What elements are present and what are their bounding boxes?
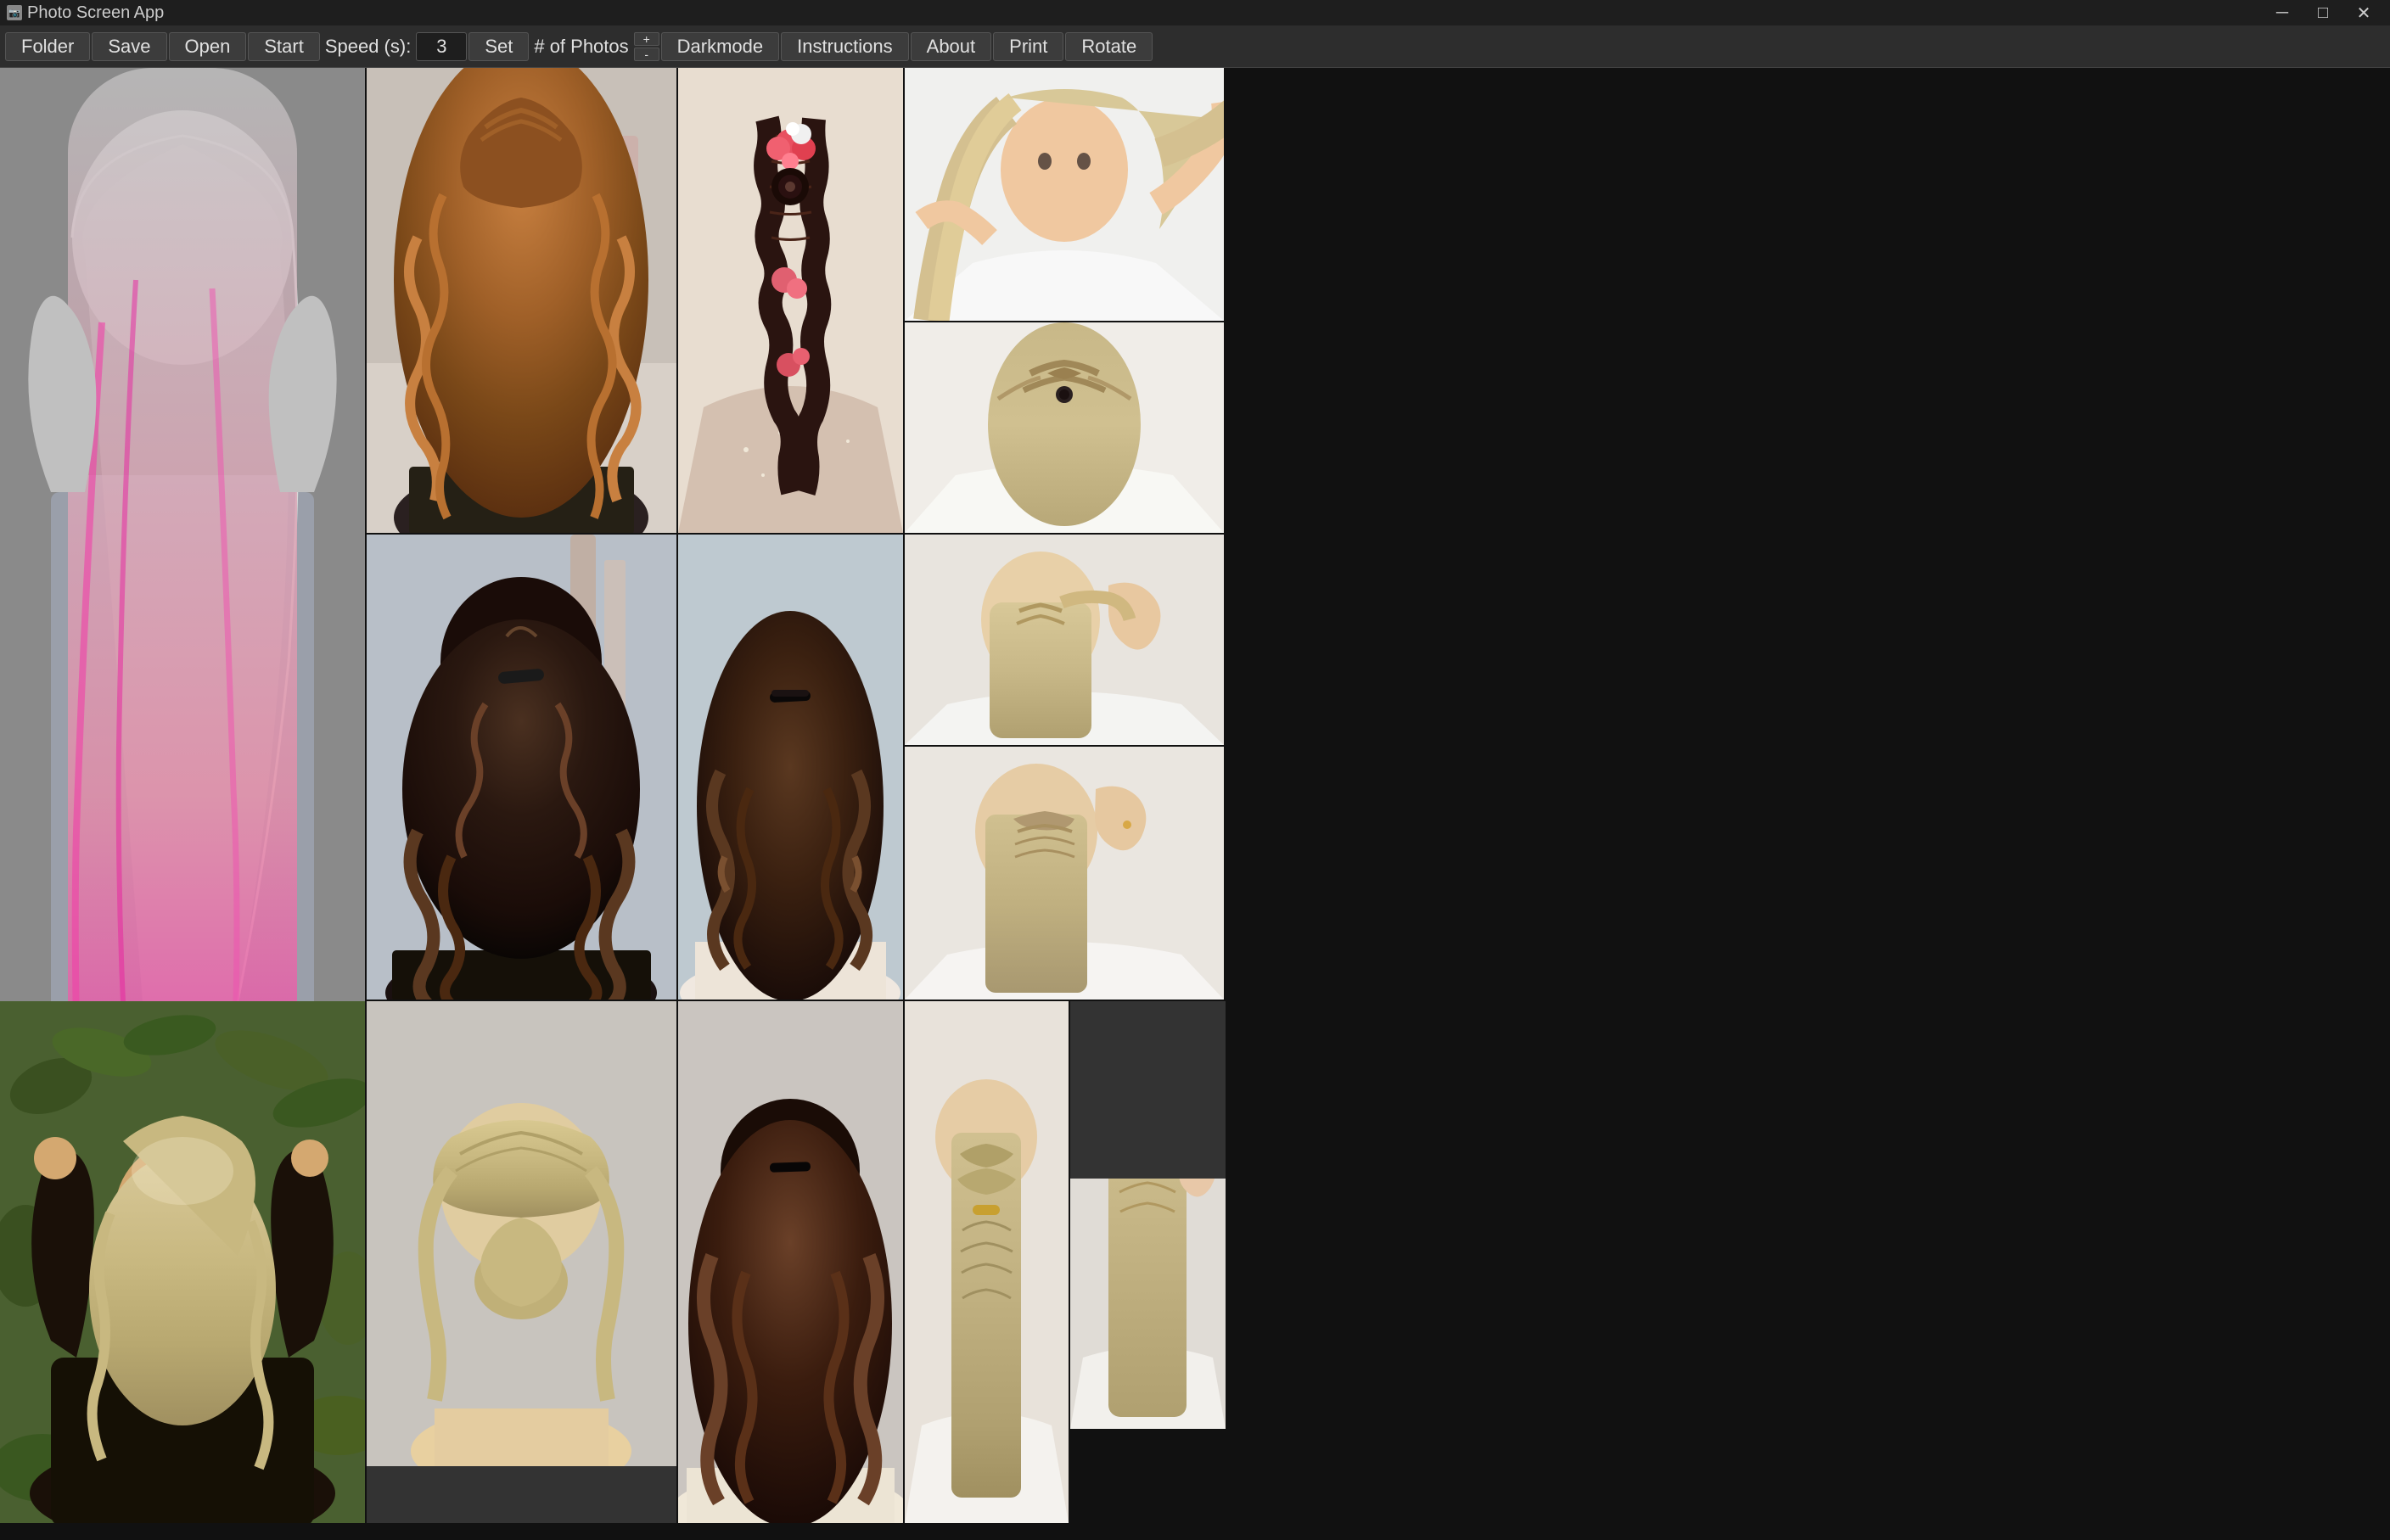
- photo-5-mid-image: [905, 322, 1224, 533]
- photo-9[interactable]: [678, 535, 903, 1000]
- photo-7[interactable]: [0, 1001, 365, 1523]
- minimize-button[interactable]: ─: [2263, 0, 2302, 25]
- photo-9-lower[interactable]: [678, 1001, 903, 1523]
- photo-2-bottom-image: [367, 535, 676, 1000]
- maximize-button[interactable]: □: [2303, 0, 2342, 25]
- photo-10-image: [905, 535, 1224, 745]
- speed-input[interactable]: [416, 32, 467, 61]
- start-button[interactable]: Start: [248, 32, 319, 61]
- speed-label: Speed (s):: [322, 36, 415, 58]
- photos-minus-button[interactable]: -: [634, 48, 659, 61]
- save-button[interactable]: Save: [92, 32, 166, 61]
- photo-extra[interactable]: [1070, 1001, 1226, 1179]
- print-button[interactable]: Print: [993, 32, 1063, 61]
- app-icon: 📷: [7, 5, 22, 20]
- set-button[interactable]: Set: [468, 32, 529, 61]
- photo-2-image: [367, 68, 676, 533]
- photo-10[interactable]: [905, 535, 1224, 745]
- photo-11[interactable]: [905, 747, 1224, 1000]
- photos-plus-button[interactable]: +: [634, 32, 659, 46]
- photo-4-top-image: [905, 68, 1224, 321]
- photo-2-bottom[interactable]: [367, 535, 676, 1000]
- num-photos-label: # of Photos: [530, 36, 631, 58]
- photo-9-image: [678, 535, 903, 1000]
- photo-12-left-image: [905, 1001, 1069, 1523]
- darkmode-button[interactable]: Darkmode: [661, 32, 779, 61]
- photo-8-image: [367, 1001, 676, 1523]
- open-button[interactable]: Open: [169, 32, 247, 61]
- photo-3-image: [678, 68, 903, 533]
- folder-button[interactable]: Folder: [5, 32, 90, 61]
- about-button[interactable]: About: [911, 32, 992, 61]
- photo-2[interactable]: [367, 68, 676, 533]
- title-bar-left: 📷 Photo Screen App: [7, 3, 164, 23]
- photo-11-image: [905, 747, 1224, 1000]
- rotate-button[interactable]: Rotate: [1065, 32, 1153, 61]
- title-bar-controls: ─ □ ✕: [2263, 0, 2383, 25]
- title-bar: 📷 Photo Screen App ─ □ ✕: [0, 0, 2390, 25]
- toolbar: Folder Save Open Start Speed (s): Set # …: [0, 25, 2390, 68]
- photo-grid: [0, 68, 2390, 1540]
- photo-7-image: [0, 1001, 365, 1523]
- photo-3[interactable]: [678, 68, 903, 533]
- instructions-button[interactable]: Instructions: [781, 32, 909, 61]
- photo-8[interactable]: [367, 1001, 676, 1523]
- photos-stepper: + -: [634, 32, 659, 61]
- app-title: Photo Screen App: [27, 3, 164, 23]
- photo-12-left[interactable]: [905, 1001, 1069, 1523]
- photo-5-mid[interactable]: [905, 322, 1224, 533]
- photo-9-lower-image: [678, 1001, 903, 1523]
- close-button[interactable]: ✕: [2344, 0, 2383, 25]
- photo-4-top[interactable]: [905, 68, 1224, 321]
